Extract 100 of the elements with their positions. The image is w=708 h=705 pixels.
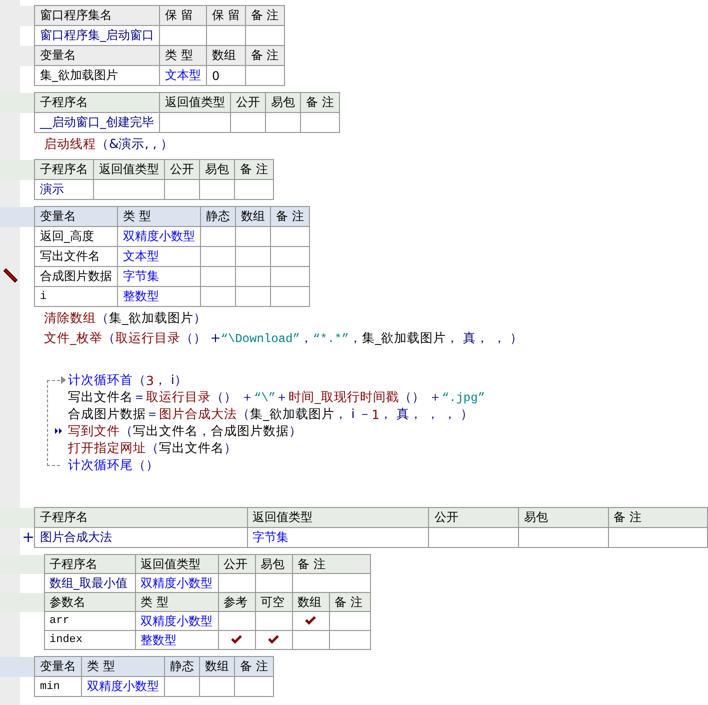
column-header: 保 留 — [206, 6, 246, 26]
variable-name: 集_欲加载图片 — [362, 330, 446, 347]
variable-name: 写出文件名 — [133, 423, 198, 440]
code-text: ＋ — [276, 389, 289, 406]
column-header: 参考 — [218, 592, 255, 612]
column-header: 变量名 — [34, 656, 82, 676]
command-name: 文件_枚举 — [44, 330, 102, 347]
current-line-icon — [55, 428, 63, 434]
column-header: 备 注 — [292, 554, 370, 574]
command-name: 清除数组 — [44, 310, 96, 327]
type-cell: 文本型 — [118, 246, 200, 266]
column-header: 备 注 — [234, 656, 274, 676]
code-text: ） — [289, 423, 302, 440]
command-name: 取运行目录 — [115, 330, 180, 347]
code-text: （ — [133, 372, 146, 389]
command-name: 图片合成大法 — [159, 406, 237, 423]
code-text: ， 真， ， ） — [446, 330, 524, 347]
column-header: 返回值类型 — [160, 92, 230, 112]
type-cell: 字节集 — [247, 528, 429, 548]
column-header: 数组 — [292, 592, 329, 612]
column-header: 返回值类型 — [135, 554, 218, 574]
string-literal: “\” — [254, 390, 276, 404]
column-header: 备 注 — [245, 46, 284, 66]
column-header: 变量名 — [34, 206, 118, 226]
table-cell: arr — [44, 612, 135, 630]
column-header: 数组 — [200, 656, 234, 676]
code-text: （） — [133, 457, 159, 474]
command-name: 启动线程 — [44, 136, 96, 153]
command-name: 时间_取现行时间戳 — [288, 389, 399, 406]
column-header: 备 注 — [234, 160, 274, 180]
flow-keyword: 计次循环尾 — [68, 457, 133, 474]
column-header: 备 注 — [300, 92, 340, 112]
number-literal: 1 — [372, 407, 380, 422]
column-header: 参数名 — [44, 592, 135, 612]
column-header: 公开 — [428, 508, 518, 528]
column-header: 类 型 — [82, 656, 164, 676]
type-cell: 整数型 — [135, 630, 218, 650]
column-header: 公开 — [218, 554, 255, 574]
code-text: ＝ — [146, 406, 159, 423]
column-header: 备 注 — [270, 206, 310, 226]
column-header: 子程序名 — [34, 160, 94, 180]
code-text: （&演示, , ） — [96, 136, 174, 153]
column-header: 易包 — [518, 508, 608, 528]
loop-arrow-icon — [61, 376, 66, 384]
variable-name: 合成图片数据 — [68, 406, 146, 423]
type-cell: 整数型 — [118, 286, 200, 306]
pencil-icon — [2, 268, 18, 284]
table-cell: i — [34, 286, 118, 306]
table-cell: index — [44, 630, 135, 650]
name-cell: 演示 — [34, 180, 94, 200]
code-text: ， — [198, 423, 211, 440]
type-cell: 字节集 — [118, 266, 200, 286]
code-text: ） — [193, 310, 206, 327]
column-header: 备 注 — [245, 6, 284, 26]
code-text: ， i － — [334, 406, 372, 423]
column-header: 子程序名 — [44, 554, 135, 574]
column-header: 易包 — [200, 160, 234, 180]
column-header: 公开 — [230, 92, 266, 112]
string-literal: “\Download” — [220, 332, 300, 346]
code-text: ， — [300, 330, 313, 347]
column-header: 返回值类型 — [247, 508, 429, 528]
variable-name: 写出文件名 — [68, 389, 133, 406]
column-header: 可空 — [255, 592, 292, 612]
column-header: 类 型 — [118, 206, 200, 226]
type-cell: 双精度小数型 — [135, 612, 218, 630]
column-header: 数组 — [206, 46, 246, 66]
string-literal: “*.*” — [312, 332, 349, 346]
column-header: 易包 — [266, 92, 300, 112]
string-literal: “.jpg” — [442, 390, 486, 404]
code-text: ， i） — [154, 372, 188, 389]
column-header: 静态 — [200, 206, 236, 226]
code-text: （ — [237, 406, 250, 423]
variable-name: 集_欲加载图片 — [109, 310, 194, 327]
command-name: 打开指定网址 — [68, 440, 146, 457]
column-header: 返回值类型 — [94, 160, 164, 180]
column-header: 数组 — [236, 206, 270, 226]
number-literal: 3 — [146, 373, 154, 388]
variable-name: 写出文件名 — [159, 440, 224, 457]
expand-icon[interactable]: + — [22, 528, 35, 546]
column-header: 保 留 — [160, 6, 206, 26]
code-text: （） ＋ — [211, 389, 254, 406]
column-header: 类 型 — [135, 592, 218, 612]
column-header: 子程序名 — [34, 92, 160, 112]
table-cell: 集_欲加载图片 — [34, 66, 160, 86]
command-name: 写到文件 — [68, 423, 120, 440]
code-text: （ — [102, 330, 116, 347]
column-header: 备 注 — [329, 592, 370, 612]
command-name: 取运行目录 — [146, 389, 211, 406]
code-text: ） — [224, 440, 237, 457]
type-cell: 文本型 — [160, 66, 206, 86]
variable-name: 合成图片数据 — [211, 423, 289, 440]
column-header: 静态 — [164, 656, 200, 676]
column-header: 类 型 — [160, 46, 206, 66]
flow-keyword: 计次循环首 — [68, 372, 133, 389]
column-header: 易包 — [255, 554, 292, 574]
column-header: 变量名 — [34, 46, 160, 66]
name-cell: 图片合成大法 — [34, 528, 248, 548]
table-cell: 写出文件名 — [34, 246, 118, 266]
table-cell: 合成图片数据 — [34, 266, 118, 286]
code-text: （ — [146, 440, 159, 457]
